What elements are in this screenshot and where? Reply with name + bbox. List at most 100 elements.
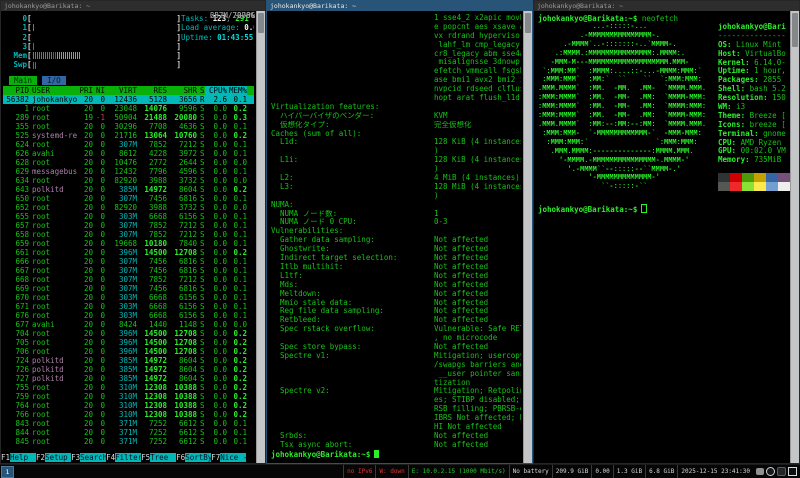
scrollbar-thumb[interactable] xyxy=(258,13,264,33)
process-row[interactable]: 764 root 20 0 310M 12308 10388 S 0.0 0.2 xyxy=(3,401,254,410)
tray-icon-2[interactable] xyxy=(766,467,775,476)
process-row[interactable]: 670 root 20 0 303M 6668 6156 S 0.0 0.1 xyxy=(3,293,254,302)
workspace-button-1[interactable]: 1 xyxy=(1,466,14,478)
neofetch-terminal: johokankyo@Barikata:~$ neofetch ...-::::… xyxy=(534,11,799,463)
process-row[interactable]: 676 root 20 0 303M 6668 6156 S 0.0 0.1 xyxy=(3,311,254,320)
process-row[interactable]: 661 root 20 0 396M 14500 12708 S 0.0 0.2 xyxy=(3,248,254,257)
system-info-line: Uptime: 1 hour, xyxy=(718,67,792,76)
process-row[interactable]: 650 root 20 0 307M 7456 6816 S 0.0 0.1 xyxy=(3,194,254,203)
process-row[interactable]: 677 avahi 20 0 8424 1440 1148 S 0.0 0.0 xyxy=(3,320,254,329)
col-mem[interactable]: MEM% xyxy=(227,86,247,95)
terminal-window-neofetch[interactable]: johokankyo@Barikata: ~ johokankyo@Barika… xyxy=(533,0,800,464)
col-pri[interactable]: PRI xyxy=(79,86,93,95)
function-key-button[interactable]: F6SortBy xyxy=(176,453,211,462)
state-cell: S xyxy=(197,437,205,446)
tray-icon-1[interactable] xyxy=(756,468,764,475)
ni-cell: 0 xyxy=(93,329,105,338)
function-key-button[interactable]: F8N xyxy=(246,453,247,462)
process-row[interactable]: 56382 johokankyo 20 0 12436 5128 3656 R … xyxy=(3,95,254,104)
terminal-window-lscpu[interactable]: johokankyo@Barikata: ~ 1 sse4_2 x2apic m… xyxy=(266,0,533,464)
col-res[interactable]: RES xyxy=(137,86,167,95)
process-row[interactable]: 766 root 20 0 310M 12308 10388 S 0.0 0.2 xyxy=(3,410,254,419)
window-title[interactable]: johokankyo@Barikata: ~ xyxy=(1,1,265,11)
function-key-button[interactable]: F1Help xyxy=(1,453,36,462)
process-row[interactable]: 289 root 19 -1 50904 21488 20080 S 0.0 0… xyxy=(3,113,254,122)
pri-cell: 20 xyxy=(79,176,93,185)
process-row[interactable]: 671 root 20 0 303M 6668 6156 S 0.0 0.1 xyxy=(3,302,254,311)
process-row[interactable]: 634 root 20 0 82920 3988 3732 S 0.0 0.0 xyxy=(3,176,254,185)
tray-icon-3[interactable] xyxy=(777,467,786,476)
process-row[interactable]: 626 avahi 20 0 8612 4228 3972 S 0.0 0.1 xyxy=(3,149,254,158)
scrollbar[interactable] xyxy=(523,11,532,463)
desktop: johokankyo@Barikata: ~ 0[0.0%] xyxy=(0,0,800,478)
mem-cell: 0.1 xyxy=(227,419,247,428)
pri-cell: 20 xyxy=(79,374,93,383)
col-ni[interactable]: NI xyxy=(93,86,105,95)
shell-prompt: johokankyo@Barikata:~$ xyxy=(271,450,521,459)
process-row[interactable]: 669 root 20 0 307M 7456 6816 S 0.0 0.1 xyxy=(3,284,254,293)
shr-cell: 7212 xyxy=(167,221,197,230)
process-row[interactable]: 705 root 20 0 396M 14500 12708 S 0.0 0.2 xyxy=(3,338,254,347)
process-row[interactable]: 724 polkitd 20 0 385M 14972 8604 S 0.0 0… xyxy=(3,356,254,365)
tab-io[interactable]: I/O xyxy=(42,76,66,85)
process-row[interactable]: 628 root 20 0 10476 2772 2644 S 0.0 0.0 xyxy=(3,158,254,167)
scrollbar-thumb[interactable] xyxy=(792,13,798,47)
ni-cell: 0 xyxy=(93,212,105,221)
function-key-button[interactable]: F2Setup xyxy=(36,453,71,462)
process-row[interactable]: 655 root 20 0 303M 6668 6156 S 0.0 0.1 xyxy=(3,212,254,221)
lscpu-line: hopt arat flush_l1d xyxy=(271,94,521,103)
virt-cell: 50904 xyxy=(105,113,137,122)
scrollbar-thumb[interactable] xyxy=(525,13,531,33)
process-row[interactable]: 668 root 20 0 307M 7852 7212 S 0.0 0.1 xyxy=(3,275,254,284)
lscpu-line: nvpcid rdseed clflus xyxy=(271,85,521,94)
process-row[interactable]: 759 root 20 0 310M 12308 10388 S 0.0 0.2 xyxy=(3,392,254,401)
pri-cell: 20 xyxy=(79,212,93,221)
process-row[interactable]: 706 root 20 0 396M 14500 12708 S 0.0 0.2 xyxy=(3,347,254,356)
col-cpu-sort[interactable]: CPU% xyxy=(205,86,227,95)
process-table-header[interactable]: PID USER PRI NI VIRT RES SHR S CPU% MEM% xyxy=(3,86,254,95)
virt-cell: 310M xyxy=(105,392,137,401)
process-row[interactable]: 843 root 20 0 371M 7252 6612 S 0.0 0.1 xyxy=(3,419,254,428)
process-row[interactable]: 704 root 20 0 396M 14500 12708 S 0.0 0.2 xyxy=(3,329,254,338)
tray-icon-4[interactable] xyxy=(788,467,797,476)
status-segment: 1.3 GiB xyxy=(613,465,645,478)
function-key-button[interactable]: F4Filter xyxy=(106,453,141,462)
col-virt[interactable]: VIRT xyxy=(105,86,137,95)
process-row[interactable]: 667 root 20 0 307M 7456 6816 S 0.0 0.1 xyxy=(3,266,254,275)
palette-swatch xyxy=(766,173,778,182)
process-row[interactable]: 355 root 20 0 30296 7708 4636 S 0.0 0.1 xyxy=(3,122,254,131)
process-row[interactable]: 629 messagebus 20 0 12432 7796 4596 S 0.… xyxy=(3,167,254,176)
process-row[interactable]: 726 polkitd 20 0 385M 14972 8604 S 0.0 0… xyxy=(3,365,254,374)
process-row[interactable]: 666 root 20 0 307M 7456 6816 S 0.0 0.1 xyxy=(3,257,254,266)
scrollbar[interactable] xyxy=(256,11,265,463)
shr-cell: 7212 xyxy=(167,230,197,239)
process-row[interactable]: 1 root 20 0 23048 14076 9596 S 0.0 0.2 xyxy=(3,104,254,113)
process-row[interactable]: 844 root 20 0 371M 7252 6612 S 0.0 0.1 xyxy=(3,428,254,437)
system-info-line: Terminal: gnome xyxy=(718,130,792,139)
process-row[interactable]: 755 root 20 0 310M 12308 10388 S 0.0 0.2 xyxy=(3,383,254,392)
process-row[interactable]: 624 root 20 0 307M 7852 7212 S 0.0 0.1 xyxy=(3,140,254,149)
col-pid[interactable]: PID xyxy=(3,86,29,95)
process-row[interactable]: 652 root 20 0 82920 3988 3732 S 0.0 0.0 xyxy=(3,203,254,212)
col-state[interactable]: S xyxy=(197,86,205,95)
function-key-button[interactable]: F7Nice - xyxy=(211,453,246,462)
process-row[interactable]: 658 root 20 0 307M 7852 7212 S 0.0 0.1 xyxy=(3,230,254,239)
col-shr[interactable]: SHR xyxy=(167,86,197,95)
process-row[interactable]: 727 polkitd 20 0 385M 14972 8604 S 0.0 0… xyxy=(3,374,254,383)
window-title[interactable]: johokankyo@Barikata: ~ xyxy=(534,1,799,11)
virt-cell: 82920 xyxy=(105,203,137,212)
function-key-button[interactable]: F3Search xyxy=(71,453,106,462)
tab-main[interactable]: Main xyxy=(9,76,37,85)
scrollbar[interactable] xyxy=(790,11,799,463)
window-title[interactable]: johokankyo@Barikata: ~ xyxy=(267,1,532,11)
process-row[interactable]: 525 systemd-re 20 0 21716 13064 10760 S … xyxy=(3,131,254,140)
mem-cell: 0.1 xyxy=(227,302,247,311)
terminal-window-htop[interactable]: johokankyo@Barikata: ~ 0[0.0%] xyxy=(0,0,266,464)
process-row[interactable]: 643 polkitd 20 0 385M 14972 8604 S 0.0 0… xyxy=(3,185,254,194)
process-row[interactable]: 845 root 20 0 371M 7252 6612 S 0.0 0.1 xyxy=(3,437,254,446)
cpu-cell: 0.0 xyxy=(205,104,227,113)
process-row[interactable]: 657 root 20 0 307M 7852 7212 S 0.0 0.1 xyxy=(3,221,254,230)
function-key-button[interactable]: F5Tree xyxy=(141,453,176,462)
process-row[interactable]: 659 root 20 0 19668 10180 7840 S 0.0 0.1 xyxy=(3,239,254,248)
col-user[interactable]: USER xyxy=(29,86,79,95)
